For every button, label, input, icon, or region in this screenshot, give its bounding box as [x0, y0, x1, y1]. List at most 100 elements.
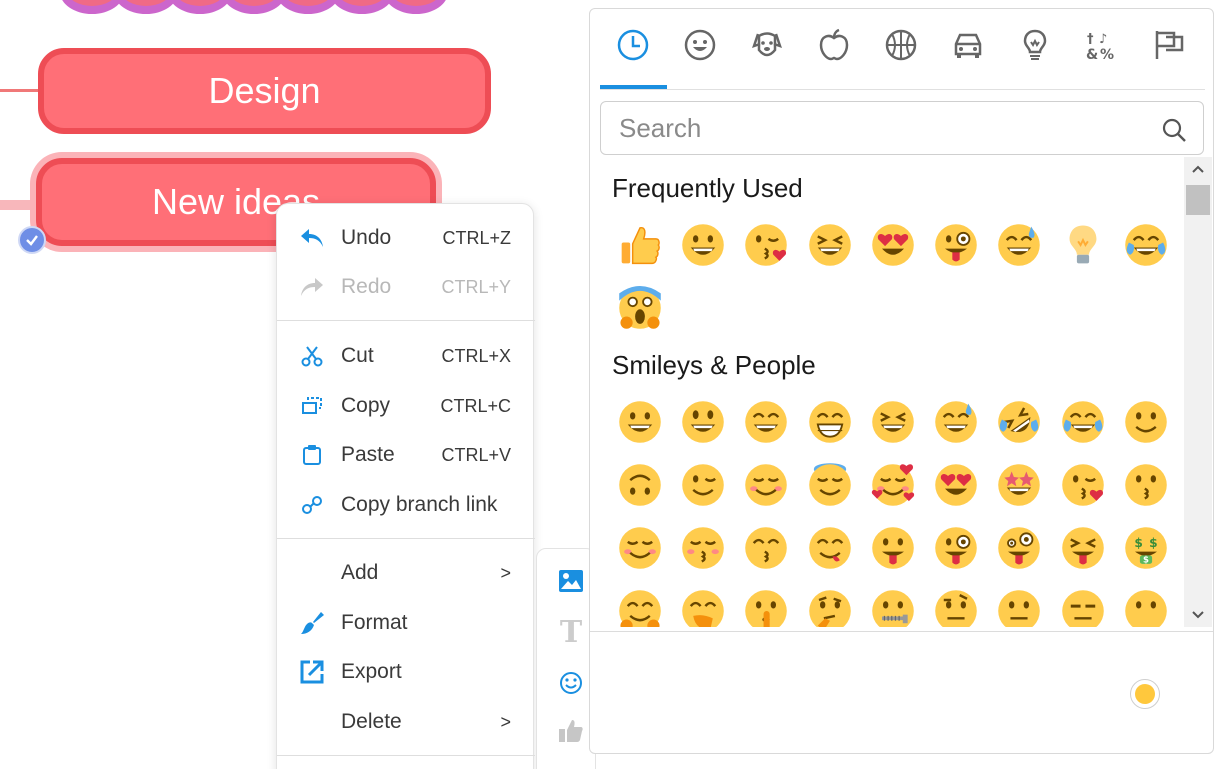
- submenu-arrow-icon: >: [500, 562, 511, 583]
- menu-item-cut[interactable]: Cut CTRL+X: [277, 334, 535, 378]
- emoji-winking-tongue[interactable]: [924, 213, 987, 276]
- menu-item-delete[interactable]: Delete >: [277, 700, 535, 744]
- emoji-icon[interactable]: [557, 669, 585, 697]
- grin-icon: [808, 400, 851, 443]
- emoji-yum[interactable]: [798, 516, 861, 579]
- emoji-heart-eyes[interactable]: [861, 213, 924, 276]
- emoji-kissing-heart[interactable]: [735, 213, 798, 276]
- emoji-grid-frequent: [608, 213, 1178, 339]
- menu-item-redo[interactable]: Redo CTRL+Y: [277, 265, 535, 309]
- squinting-tongue-icon: [1061, 526, 1104, 569]
- emoji-zipper-mouth[interactable]: [861, 579, 924, 627]
- emoji-grin[interactable]: [798, 390, 861, 453]
- parent-node-partial[interactable]: [60, 0, 470, 18]
- text-icon[interactable]: T: [557, 617, 585, 645]
- raised-eyebrow-icon: [935, 589, 977, 627]
- emoji-expressionless[interactable]: [1051, 579, 1114, 627]
- tabs-divider: [600, 89, 1205, 90]
- smiley-icon: [682, 400, 724, 443]
- menu-item-copy[interactable]: Copy CTRL+C: [277, 384, 535, 428]
- menu-item-export[interactable]: Export: [277, 650, 535, 694]
- smiley-icon[interactable]: [680, 25, 720, 65]
- emoji-no-mouth[interactable]: [1114, 579, 1177, 627]
- emoji-kissing-smiling-eyes[interactable]: [735, 516, 798, 579]
- scrollbar-thumb[interactable]: [1186, 185, 1210, 215]
- menu-item-format[interactable]: Format: [277, 601, 535, 645]
- winking-tongue-icon: [935, 223, 977, 266]
- node-design[interactable]: Design: [38, 48, 491, 134]
- emoji-tongue[interactable]: [861, 516, 924, 579]
- menu-item-copy-branch-link[interactable]: Copy branch link: [277, 483, 535, 527]
- apple-icon[interactable]: [814, 25, 854, 65]
- emoji-laughing[interactable]: [861, 390, 924, 453]
- emoji-joy[interactable]: [1114, 213, 1177, 276]
- emoji-neutral[interactable]: [988, 579, 1051, 627]
- add-submenu: T: [536, 548, 596, 769]
- emoji-sweat-smile[interactable]: [988, 213, 1051, 276]
- grinning-icon: [618, 400, 661, 443]
- scroll-down-icon[interactable]: [1184, 603, 1212, 627]
- emoji-kissing-closed-eyes[interactable]: [671, 516, 734, 579]
- basketball-icon[interactable]: [881, 25, 921, 65]
- emoji-slight-smile[interactable]: [1114, 390, 1177, 453]
- emoji-thinking[interactable]: [798, 579, 861, 627]
- emoji-grinning[interactable]: [608, 390, 671, 453]
- emoji-shushing[interactable]: [735, 579, 798, 627]
- emoji-thumbs-up[interactable]: [608, 213, 671, 276]
- smiling-hearts-icon: [871, 463, 914, 506]
- symbols-icon[interactable]: † ♪ &%: [1082, 25, 1122, 65]
- lightbulb-icon[interactable]: [1015, 25, 1055, 65]
- kissing-icon: [1125, 463, 1167, 506]
- emoji-upside-down[interactable]: [608, 453, 671, 516]
- expressionless-icon: [1061, 589, 1104, 627]
- emoji-rofl[interactable]: [988, 390, 1051, 453]
- emoji-smiley[interactable]: [671, 390, 734, 453]
- emoji-scream[interactable]: [608, 276, 671, 339]
- emoji-sweat-smile[interactable]: [924, 390, 987, 453]
- emoji-hand-over-mouth[interactable]: [671, 579, 734, 627]
- joy-icon: [1061, 400, 1104, 443]
- redo-icon: [299, 274, 325, 300]
- emoji-search-input[interactable]: [601, 102, 1151, 154]
- emoji-joy[interactable]: [1051, 390, 1114, 453]
- check-icon[interactable]: [18, 226, 46, 254]
- emoji-scroll-area[interactable]: Frequently Used Smileys & People $ $ $: [600, 157, 1184, 627]
- emoji-money-mouth[interactable]: $ $ $: [1114, 516, 1177, 579]
- menu-divider: [277, 755, 535, 756]
- emoji-kissing-heart[interactable]: [1051, 453, 1114, 516]
- thumbs-up-icon[interactable]: [557, 717, 585, 745]
- emoji-hugging[interactable]: [608, 579, 671, 627]
- emoji-relaxed[interactable]: [608, 516, 671, 579]
- image-icon[interactable]: [557, 567, 585, 595]
- emoji-smile[interactable]: [735, 390, 798, 453]
- scrollbar[interactable]: [1184, 157, 1212, 627]
- menu-divider: [277, 320, 535, 321]
- emoji-heart-eyes[interactable]: [924, 453, 987, 516]
- recent-icon[interactable]: [613, 25, 653, 65]
- emoji-laughing[interactable]: [798, 213, 861, 276]
- blush-icon: [745, 463, 788, 506]
- emoji-star-struck[interactable]: [988, 453, 1051, 516]
- emoji-grinning[interactable]: [671, 213, 734, 276]
- emoji-kissing[interactable]: [1114, 453, 1177, 516]
- emoji-wink[interactable]: [671, 453, 734, 516]
- emoji-bulb[interactable]: [1051, 213, 1114, 276]
- scroll-up-icon[interactable]: [1184, 157, 1212, 181]
- emoji-smiling-hearts[interactable]: [861, 453, 924, 516]
- emoji-squinting-tongue[interactable]: [1051, 516, 1114, 579]
- emoji-zany[interactable]: [988, 516, 1051, 579]
- menu-item-undo[interactable]: Undo CTRL+Z: [277, 216, 535, 260]
- skin-tone-selector[interactable]: [1130, 679, 1160, 709]
- flags-icon[interactable]: [1149, 25, 1189, 65]
- emoji-raised-eyebrow[interactable]: [924, 579, 987, 627]
- emoji-innocent[interactable]: [798, 453, 861, 516]
- skin-tone-swatch: [1135, 684, 1155, 704]
- submenu-arrow-icon: >: [500, 711, 511, 732]
- svg-text:♪: ♪: [1099, 32, 1107, 47]
- emoji-blush[interactable]: [735, 453, 798, 516]
- dog-icon[interactable]: [747, 25, 787, 65]
- emoji-winking-tongue[interactable]: [924, 516, 987, 579]
- menu-item-add[interactable]: Add >: [277, 551, 535, 595]
- menu-item-paste[interactable]: Paste CTRL+V: [277, 433, 535, 477]
- car-icon[interactable]: [948, 25, 988, 65]
